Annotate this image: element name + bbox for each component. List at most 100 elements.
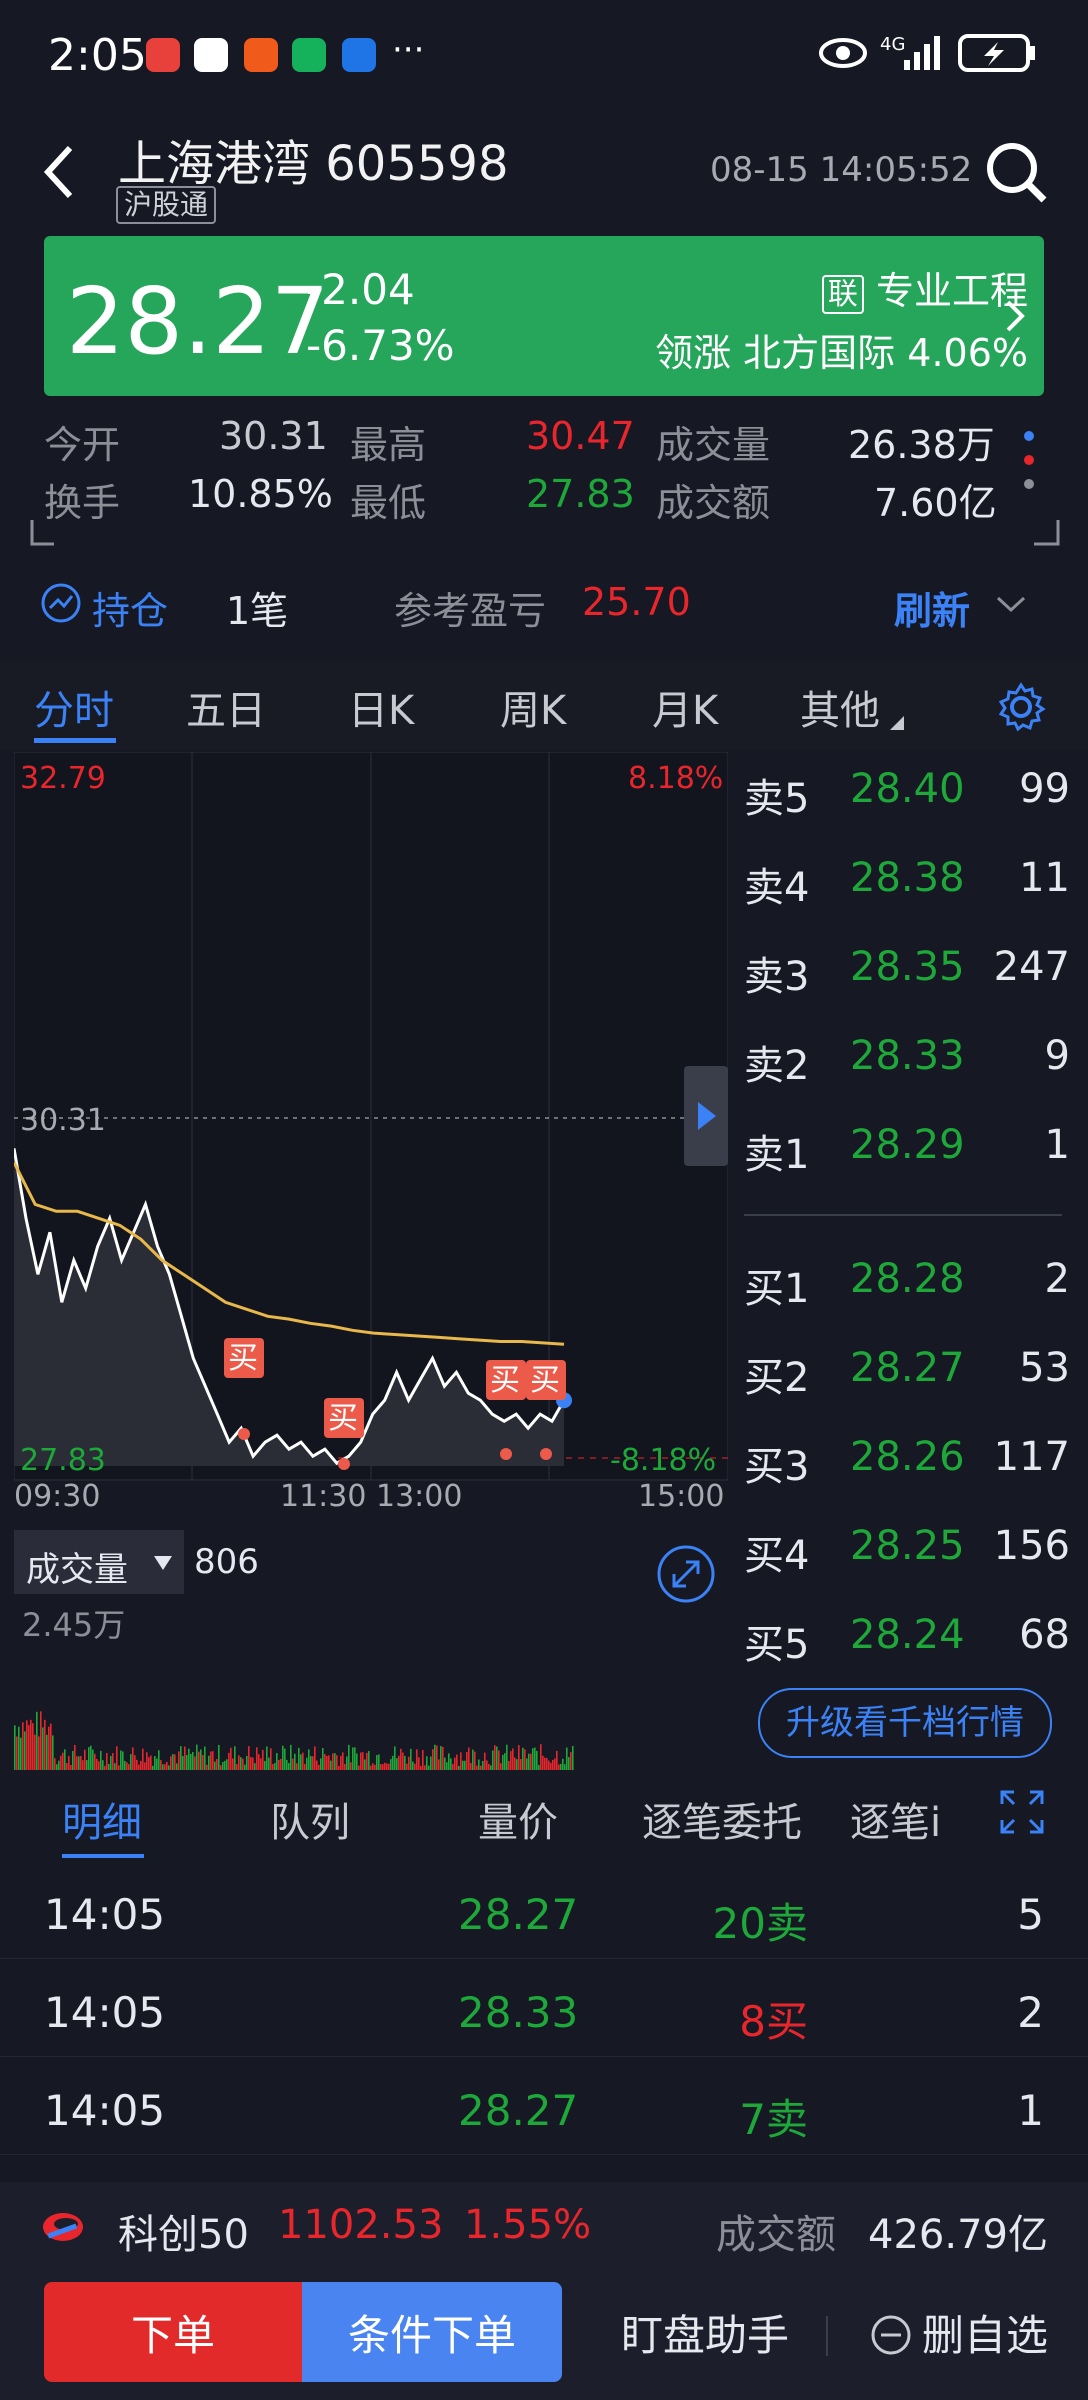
- back-icon[interactable]: [40, 142, 80, 202]
- level-qty: 2: [1044, 1256, 1070, 1302]
- gear-icon[interactable]: [996, 682, 1046, 732]
- volume-bar: [140, 1760, 142, 1770]
- volume-bar: [308, 1749, 310, 1770]
- level-price: 28.27: [850, 1345, 965, 1391]
- volume-bar: [38, 1736, 40, 1770]
- volume-bar: [208, 1755, 210, 1770]
- index-logo-icon: [43, 2213, 83, 2241]
- price-change: -2.04 -6.73%: [306, 262, 455, 374]
- bid-row[interactable]: 买3 28.26 117: [744, 1434, 1074, 1494]
- volume-bar: [304, 1764, 306, 1770]
- refresh-button[interactable]: 刷新: [894, 580, 970, 635]
- volume-bar: [520, 1759, 522, 1770]
- volume-bar: [148, 1757, 150, 1770]
- volume-bar: [272, 1764, 274, 1770]
- tab-queue[interactable]: 队列: [270, 1790, 350, 1848]
- volume-bar: [422, 1750, 424, 1770]
- volume-bar: [450, 1758, 452, 1770]
- volume-bar: [246, 1755, 248, 1770]
- volume-bar: [434, 1744, 436, 1770]
- volume-bar: [98, 1761, 100, 1770]
- volume-bar: [94, 1753, 96, 1770]
- volume-bar: [454, 1757, 456, 1770]
- ask-row[interactable]: 卖5 28.40 99: [744, 766, 1074, 826]
- volume-bar: [408, 1756, 410, 1770]
- level-label: 买3: [744, 1444, 810, 1490]
- tab-monthly-k[interactable]: 月K: [652, 678, 718, 736]
- volume-bar: [152, 1765, 154, 1770]
- expand-orderbook-handle[interactable]: [684, 1066, 728, 1166]
- bid-row[interactable]: 买5 28.24 68: [744, 1612, 1074, 1672]
- tab-weekly-k[interactable]: 周K: [500, 678, 566, 736]
- tab-five-day[interactable]: 五日: [186, 678, 266, 736]
- level-price: 28.33: [850, 1033, 965, 1079]
- expand-stats-icon[interactable]: [1034, 520, 1060, 546]
- tab-volume-price[interactable]: 量价: [478, 1790, 558, 1848]
- tab-trade-by-trade[interactable]: 逐笔i: [850, 1790, 960, 1848]
- ask-row[interactable]: 卖1 28.29 1: [744, 1122, 1074, 1182]
- watch-assistant-button[interactable]: 盯盘助手: [600, 2282, 810, 2382]
- volume-bar: [376, 1755, 378, 1770]
- volume-bar: [256, 1747, 258, 1770]
- level-label: 买2: [744, 1355, 810, 1401]
- volume-bar: [572, 1745, 574, 1770]
- tab-detail[interactable]: 明细: [62, 1790, 142, 1848]
- volume-value: 26.38万: [848, 423, 995, 467]
- level-price: 28.40: [850, 766, 965, 812]
- volume-bar: [52, 1735, 54, 1770]
- chevron-right-icon[interactable]: [1004, 298, 1028, 334]
- expand-icon[interactable]: [1000, 1790, 1044, 1834]
- remove-watchlist-button[interactable]: 删自选: [920, 2282, 1050, 2382]
- battery-icon: [958, 34, 1035, 72]
- volume-bar: [352, 1747, 354, 1770]
- volume-bar: [432, 1749, 434, 1770]
- bid-row[interactable]: 买1 28.28 2: [744, 1256, 1074, 1316]
- volume-bar: [536, 1750, 538, 1770]
- chevron-down-icon[interactable]: [996, 594, 1026, 616]
- position-label[interactable]: 持仓: [92, 580, 168, 635]
- index-ticker-bar[interactable]: 科创50 1102.53 1.55% 成交额 426.79亿: [0, 2182, 1088, 2270]
- more-dots-icon[interactable]: [1022, 426, 1036, 496]
- ask-row[interactable]: 卖2 28.33 9: [744, 1033, 1074, 1093]
- more-notifications-icon: ···: [392, 30, 425, 70]
- volume-bar: [34, 1734, 36, 1770]
- huawei-app-icon: [146, 38, 180, 72]
- volume-bar: [420, 1765, 422, 1770]
- level-label: 卖1: [744, 1132, 810, 1178]
- tab-other[interactable]: 其他: [800, 678, 880, 736]
- volume-bar: [182, 1755, 184, 1770]
- search-icon[interactable]: [984, 140, 1050, 206]
- volume-bar: [530, 1753, 532, 1770]
- tab-order-by-order[interactable]: 逐笔委托: [642, 1790, 802, 1848]
- volume-chart[interactable]: 成交量 806 2.45万: [14, 1530, 728, 1770]
- volume-bar: [134, 1755, 136, 1770]
- tab-daily-k[interactable]: 日K: [348, 678, 414, 736]
- ask-row[interactable]: 卖3 28.35 247: [744, 944, 1074, 1004]
- volume-bar: [88, 1747, 90, 1770]
- upgrade-orderbook-button[interactable]: 升级看千档行情: [758, 1688, 1052, 1758]
- volume-bar: [210, 1751, 212, 1770]
- bid-row[interactable]: 买2 28.27 53: [744, 1345, 1074, 1405]
- volume-bar: [480, 1765, 482, 1770]
- volume-bar: [488, 1763, 490, 1770]
- bid-row[interactable]: 买4 28.25 156: [744, 1523, 1074, 1583]
- level-qty: 99: [1019, 766, 1070, 812]
- intraday-chart[interactable]: 32.79 8.18% 30.31 27.83 -8.18% 09:30 11:…: [12, 751, 729, 1514]
- industry-info[interactable]: 联 专业工程 领涨 北方国际 4.06%: [655, 262, 1028, 382]
- ask-row[interactable]: 卖4 28.38 11: [744, 855, 1074, 915]
- trade-count: 2: [1017, 1988, 1044, 2037]
- wechat-icon: [292, 38, 326, 72]
- volume-bar: [30, 1719, 32, 1770]
- conditional-order-button[interactable]: 条件下单: [302, 2282, 562, 2382]
- tab-intraday[interactable]: 分时: [34, 678, 114, 736]
- chart-bottom-right-label: -8.18%: [610, 1443, 716, 1478]
- fullscreen-icon[interactable]: [656, 1544, 716, 1604]
- trade-count: 1: [1017, 2086, 1044, 2135]
- volume-bar: [58, 1760, 60, 1770]
- volume-bar: [286, 1759, 288, 1770]
- order-button[interactable]: 下单: [44, 2282, 302, 2382]
- volume-bar: [466, 1752, 468, 1770]
- volume-bar: [310, 1756, 312, 1770]
- volume-bar: [494, 1745, 496, 1770]
- volume-bar: [542, 1755, 544, 1770]
